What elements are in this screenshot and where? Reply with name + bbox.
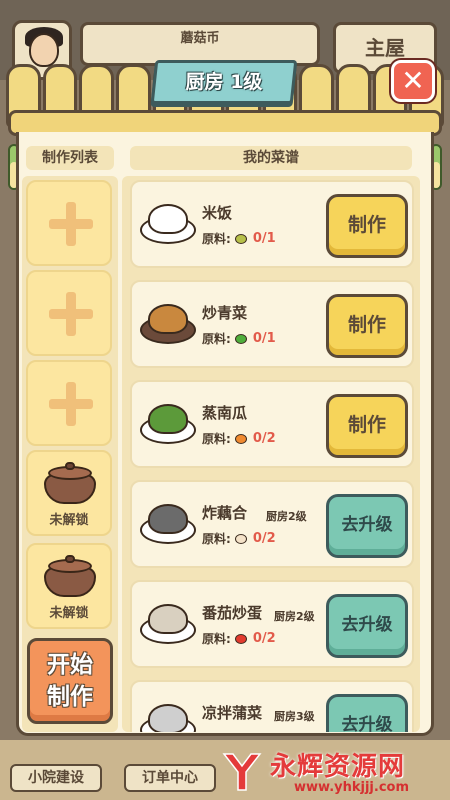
crafting-slot-empty[interactable]	[26, 270, 112, 356]
recipe-name: 蒸南瓜	[202, 404, 248, 422]
start-button-line2: 制作	[47, 684, 93, 710]
recipe-card: 炒青菜 原料: 0/1 制作	[130, 280, 414, 368]
yard-build-button[interactable]: 小院建设	[10, 764, 102, 792]
currency-label: 蘑菇币	[180, 31, 220, 46]
ingredient-label: 原料:	[202, 332, 231, 346]
site-watermark: 永辉资源网 www.yhkjjj.com	[214, 740, 450, 800]
upgrade-button[interactable]: 去升级	[326, 694, 408, 732]
watermark-title: 永辉资源网	[270, 752, 406, 782]
locked-label: 未解锁	[49, 513, 89, 528]
clay-pot-icon	[40, 462, 100, 504]
steamed-pumpkin-icon	[140, 398, 198, 452]
level-requirement: 厨房2级	[266, 510, 307, 523]
recipe-card: 蒸南瓜 原料: 0/2 制作	[130, 380, 414, 468]
crafting-slot-locked[interactable]: 未解锁	[26, 543, 112, 629]
dialog-title: 厨房 1级	[185, 71, 263, 93]
ingredient-count: 0/1	[252, 231, 276, 246]
recipe-book-header: 我的菜谱	[130, 146, 412, 170]
tomato-egg-icon	[140, 598, 198, 652]
recipe-card: 凉拌蒲菜 厨房3级 去升级	[130, 680, 414, 732]
watermark-logo-icon	[222, 753, 262, 791]
fried-lotus-root-icon	[140, 498, 198, 552]
level-requirement: 厨房2级	[274, 610, 315, 623]
recipe-card: 炸藕合 厨房2级 原料: 0/2 去升级	[130, 480, 414, 568]
cabbage-icon	[234, 333, 247, 344]
close-icon: ✕	[401, 64, 425, 97]
crafting-slot-empty[interactable]	[26, 180, 112, 266]
upgrade-button[interactable]: 去升级	[326, 594, 408, 658]
recipe-card: 番茄炒蛋 厨房2级 原料: 0/2 去升级	[130, 580, 414, 668]
level-requirement: 厨房3级	[274, 710, 315, 723]
rice-bowl-icon	[140, 198, 198, 252]
cattail-salad-icon	[140, 698, 198, 732]
recipe-card: 米饭 原料: 0/1 制作	[130, 180, 414, 268]
start-button-line1: 开始	[47, 652, 93, 678]
close-button[interactable]: ✕	[391, 60, 435, 102]
ingredient-label: 原料:	[202, 432, 231, 446]
tomato-icon	[234, 633, 247, 644]
ingredient-count: 0/2	[252, 631, 276, 646]
pumpkin-icon	[234, 433, 247, 444]
ingredient-row: 原料: 0/2	[202, 530, 276, 547]
watermark-url: www.yhkjjj.com	[294, 780, 410, 795]
make-button[interactable]: 制作	[326, 294, 408, 358]
stir-fried-greens-icon	[140, 298, 198, 352]
locked-label: 未解锁	[49, 606, 89, 621]
recipe-name: 番茄炒蛋	[202, 604, 263, 622]
upgrade-button[interactable]: 去升级	[326, 494, 408, 558]
ingredient-label: 原料:	[202, 532, 231, 546]
make-button[interactable]: 制作	[326, 194, 408, 258]
ingredient-label: 原料:	[202, 232, 231, 246]
start-crafting-button[interactable]: 开始 制作	[27, 638, 113, 724]
crafting-list-header: 制作列表	[26, 146, 114, 170]
recipe-name: 炒青菜	[202, 304, 248, 322]
avatar-face	[29, 33, 59, 67]
ingredient-count: 0/2	[252, 431, 276, 446]
order-center-button[interactable]: 订单中心	[124, 764, 216, 792]
crafting-slot-locked[interactable]: 未解锁	[26, 450, 112, 536]
ingredient-row: 原料: 0/1	[202, 230, 276, 247]
recipe-name: 炸藕合	[202, 504, 248, 522]
crafting-slot-empty[interactable]	[26, 360, 112, 446]
make-button[interactable]: 制作	[326, 394, 408, 458]
lotus-root-icon	[234, 533, 247, 544]
ingredient-count: 0/2	[252, 531, 276, 546]
ingredient-row: 原料: 0/2	[202, 630, 276, 647]
clay-pot-icon	[40, 555, 100, 597]
ingredient-row: 原料: 0/1	[202, 330, 276, 347]
recipe-name: 米饭	[202, 204, 233, 222]
wheat-icon	[234, 233, 247, 244]
recipe-name: 凉拌蒲菜	[202, 704, 263, 722]
ingredient-label: 原料:	[202, 632, 231, 646]
ingredient-row: 原料: 0/2	[202, 430, 276, 447]
recipe-list[interactable]: 米饭 原料: 0/1 制作 炒青菜 原料: 0/1 制作 蒸南瓜 原料: 0/2	[122, 176, 420, 732]
ingredient-count: 0/1	[252, 331, 276, 346]
